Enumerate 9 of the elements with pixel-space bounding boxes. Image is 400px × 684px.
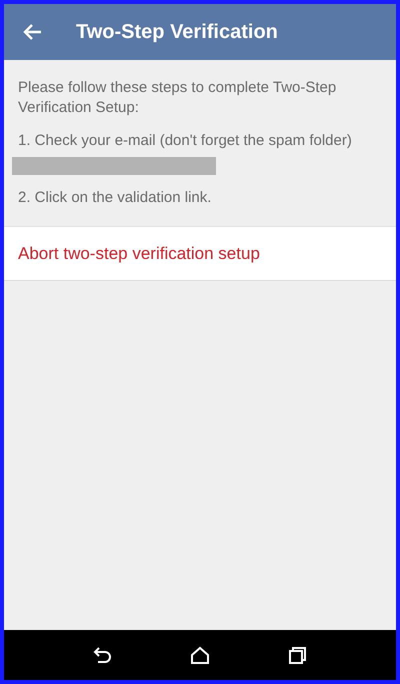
step-text: 1. Check your e-mail (don't forget the spam folder) xyxy=(17,131,353,151)
back-arrow-icon xyxy=(22,23,42,41)
recents-icon xyxy=(287,646,308,664)
step-text: 2. Click on the validation link. xyxy=(17,188,212,208)
abort-setup-link[interactable]: Abort two-step verification setup xyxy=(4,226,396,281)
instruction-text: Please follow these steps to complete Two-Step Verification Setup: xyxy=(17,78,338,118)
back-icon xyxy=(92,646,113,664)
screen-title: Two-Step Verification xyxy=(76,20,278,44)
home-icon xyxy=(190,646,210,664)
